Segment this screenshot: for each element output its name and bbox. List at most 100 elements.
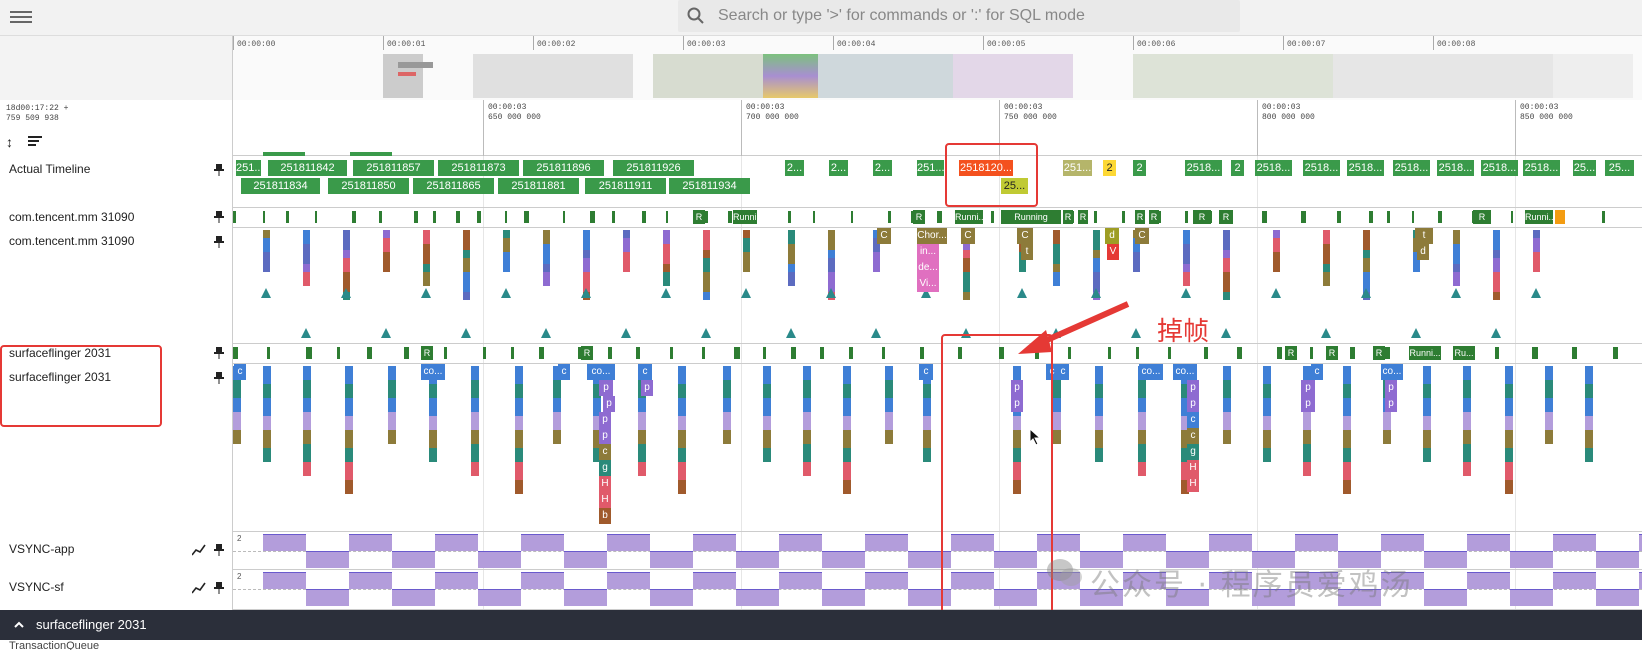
thread-slice[interactable] [263, 230, 270, 238]
vsync-pulse[interactable] [822, 589, 865, 606]
thread-slice[interactable] [303, 430, 311, 444]
details-panel-header[interactable]: surfaceflinger 2031 [0, 610, 1642, 640]
thread-slice[interactable] [803, 412, 811, 430]
thread-slice[interactable] [233, 398, 241, 412]
thread-slice[interactable] [1303, 366, 1311, 380]
thread-slice[interactable] [1463, 398, 1471, 412]
thread-slice-labeled[interactable]: c [638, 364, 652, 380]
frame-slice[interactable]: 25... [1605, 160, 1635, 176]
thread-slice[interactable] [1183, 244, 1190, 264]
frame-slice[interactable]: 2 [1231, 160, 1245, 176]
chart-trend-icon[interactable] [192, 582, 206, 594]
frame-slice[interactable]: 2... [873, 160, 893, 176]
thread-slice[interactable] [1303, 430, 1311, 444]
thread-slice[interactable] [1533, 230, 1540, 238]
vsync-pulse[interactable] [1295, 534, 1338, 551]
thread-slice[interactable] [1223, 258, 1230, 272]
thread-slice[interactable] [663, 264, 670, 272]
thread-slice[interactable] [843, 398, 851, 416]
thread-slice[interactable] [1093, 230, 1100, 250]
thread-slice[interactable] [1223, 230, 1230, 250]
thread-slice[interactable] [678, 480, 686, 494]
cpu-state-bar[interactable] [1204, 347, 1208, 359]
vsync-pulse[interactable] [607, 572, 650, 589]
thread-slice-labeled[interactable]: p [641, 380, 653, 396]
cpu-state-bar[interactable] [233, 347, 238, 359]
cpu-state-bar[interactable] [1532, 347, 1538, 359]
thread-slice[interactable] [638, 444, 646, 462]
thread-slice[interactable] [1533, 252, 1540, 272]
thread-slice[interactable] [303, 230, 310, 244]
cpu-state-bar[interactable] [612, 211, 615, 223]
thread-slice-labeled[interactable]: d [1417, 244, 1429, 260]
thread-slice[interactable] [763, 366, 771, 384]
cpu-state-bar[interactable] [1168, 347, 1171, 359]
cpu-state-bar[interactable] [608, 347, 612, 359]
thread-slice[interactable] [1585, 366, 1593, 384]
thread-slice[interactable] [1383, 430, 1391, 444]
cpu-state-bar[interactable] [1572, 347, 1577, 359]
thread-slice[interactable] [885, 412, 893, 430]
thread-slice[interactable] [1138, 412, 1146, 430]
cpu-state-bar[interactable] [267, 347, 270, 359]
frame-slice[interactable]: 251811834 [241, 178, 321, 194]
thread-slice[interactable] [553, 380, 561, 398]
cpu-state-bar[interactable] [1301, 211, 1306, 223]
thread-slice[interactable] [233, 380, 241, 398]
thread-slice[interactable] [703, 272, 710, 292]
cpu-state-slice[interactable]: R [1135, 210, 1145, 224]
thread-slice[interactable] [1095, 366, 1103, 384]
thread-slice[interactable] [1053, 398, 1061, 412]
thread-slice[interactable] [583, 230, 590, 250]
thread-slice[interactable] [1545, 398, 1553, 412]
cpu-state-bar[interactable] [483, 347, 486, 359]
thread-slice[interactable] [1453, 264, 1460, 272]
vsync-pulse[interactable] [435, 534, 478, 551]
cpu-state-bar[interactable] [1495, 347, 1499, 359]
thread-slice[interactable] [345, 384, 353, 398]
thread-slice[interactable] [1303, 462, 1311, 476]
thread-slice[interactable] [1095, 430, 1103, 448]
thread-slice[interactable] [1095, 398, 1103, 416]
thread-slice[interactable] [885, 380, 893, 398]
vsync-app-track[interactable]: 2 [233, 532, 1642, 570]
sf-thread-track[interactable]: c co... c p p co... c p p p c g H Hb c c c p p co... co... p p… [233, 364, 1642, 532]
vsync-pulse[interactable] [1467, 572, 1510, 589]
thread-slice[interactable] [1343, 416, 1351, 430]
thread-slice[interactable] [515, 384, 523, 398]
vsync-pulse[interactable] [564, 589, 607, 606]
thread-slice[interactable] [1585, 448, 1593, 462]
thread-slice-labeled[interactable]: c [1187, 412, 1199, 428]
thread-slice[interactable] [1138, 430, 1146, 444]
thread-slice[interactable] [803, 398, 811, 412]
thread-slice[interactable] [1453, 244, 1460, 264]
thread-slice-labeled[interactable]: p [1187, 396, 1199, 412]
overview-track[interactable]: 00:00:00 00:00:01 00:00:02 00:00:03 00:00:04… [233, 36, 1642, 100]
thread-slice[interactable] [703, 258, 710, 272]
vsync-pulse[interactable] [779, 534, 822, 551]
thread-slice[interactable] [1263, 384, 1271, 398]
thread-slice[interactable] [1273, 238, 1280, 252]
cpu-state-bar[interactable] [539, 347, 544, 359]
pin-icon[interactable] [214, 347, 224, 359]
thread-slice[interactable] [345, 480, 353, 494]
thread-slice[interactable] [503, 230, 510, 238]
thread-slice[interactable] [471, 366, 479, 380]
cpu-state-bar[interactable] [728, 211, 732, 223]
thread-slice[interactable] [1493, 230, 1500, 250]
frame-slice[interactable]: 2518... [1255, 160, 1293, 176]
vsync-pulse[interactable] [306, 589, 349, 606]
thread-slice[interactable] [1505, 416, 1513, 430]
thread-slice[interactable] [723, 412, 731, 430]
thread-slice[interactable] [233, 412, 241, 430]
thread-slice-labeled[interactable]: p [1187, 380, 1199, 396]
vsync-sf-track[interactable]: 2 [233, 570, 1642, 610]
thread-slice[interactable] [463, 250, 470, 258]
thread-slice[interactable] [803, 366, 811, 380]
thread-slice[interactable] [471, 462, 479, 476]
thread-slice[interactable] [1505, 480, 1513, 494]
cpu-state-bar[interactable] [1310, 347, 1313, 359]
track-label-vsync-app[interactable]: VSYNC-app [0, 532, 233, 570]
thread-slice-labeled[interactable]: C [1135, 228, 1149, 244]
cpu-state-bar[interactable] [524, 211, 529, 223]
